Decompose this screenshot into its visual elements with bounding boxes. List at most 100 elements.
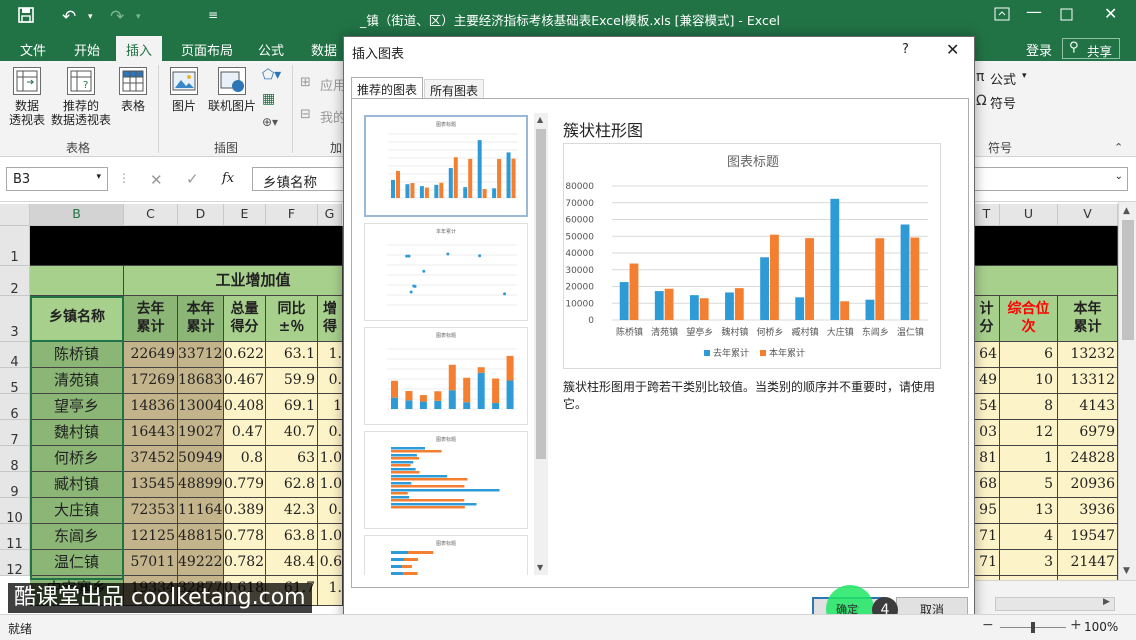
tab-formulas[interactable]: 公式 xyxy=(258,40,284,59)
t-cell[interactable]: 71 xyxy=(974,524,1000,550)
growth-cell[interactable]: 0. xyxy=(318,420,343,446)
online-picture-button[interactable]: 联机图片 xyxy=(204,67,260,113)
thumb-scroll-down-icon[interactable]: ▼ xyxy=(537,563,543,572)
header-last-year[interactable]: 去年 累计 xyxy=(124,296,178,342)
close-icon[interactable]: ✕ xyxy=(1104,4,1117,23)
equation-icon[interactable]: π xyxy=(976,69,984,85)
screenshot-icon[interactable]: ⊕▾ xyxy=(262,115,278,129)
t-cell[interactable]: 68 xyxy=(974,472,1000,498)
last-year-cell[interactable]: 57011 xyxy=(124,550,178,576)
score-cell[interactable]: 0.467 xyxy=(224,368,266,394)
growth-cell[interactable]: 1 xyxy=(318,394,343,420)
town-cell[interactable]: 望亭乡 xyxy=(30,394,124,420)
redo-icon[interactable]: ↷ xyxy=(110,7,124,27)
v-cell[interactable]: 3936 xyxy=(1058,498,1118,524)
score-cell[interactable]: 0.782 xyxy=(224,550,266,576)
this-year-cell[interactable]: 49222 xyxy=(178,550,224,576)
smartart-icon[interactable]: ▦ xyxy=(262,91,275,107)
yoy-cell[interactable]: 59.9 xyxy=(266,368,318,394)
thumb-clustered-column[interactable]: 图表标题 xyxy=(364,115,528,217)
score-cell[interactable]: 0.389 xyxy=(224,498,266,524)
thumb-clustered-bar[interactable]: 图表标题 xyxy=(364,431,528,529)
rank-cell[interactable]: 1 xyxy=(1000,446,1058,472)
growth-cell[interactable]: 1.0 xyxy=(318,472,343,498)
select-all-corner[interactable] xyxy=(0,204,30,226)
rank-cell[interactable]: 13 xyxy=(1000,498,1058,524)
column-header-V[interactable]: V xyxy=(1058,204,1118,226)
last-year-cell[interactable]: 72353 xyxy=(124,498,178,524)
town-cell[interactable]: 温仁镇 xyxy=(30,550,124,576)
expand-formula-icon[interactable]: ⌄ xyxy=(1115,171,1123,182)
dialog-close-icon[interactable]: ✕ xyxy=(946,40,959,59)
row-header-3[interactable]: 3 xyxy=(0,296,30,342)
tab-home[interactable]: 开始 xyxy=(74,40,100,59)
header-this-year[interactable]: 本年 累计 xyxy=(178,296,224,342)
column-header-T[interactable]: T xyxy=(974,204,1000,226)
growth-cell[interactable]: 0. xyxy=(318,498,343,524)
vertical-scrollbar[interactable]: ▲ ▼ xyxy=(1118,202,1136,580)
tab-data[interactable]: 数据 xyxy=(311,40,337,59)
header-town[interactable]: 乡镇名称 xyxy=(30,296,124,342)
last-year-cell[interactable]: 22649 xyxy=(124,342,178,368)
this-year-cell[interactable]: 33712 xyxy=(178,342,224,368)
share-button[interactable]: ⚲ 共享 xyxy=(1062,38,1120,59)
header-row2-right[interactable] xyxy=(974,266,1118,296)
growth-cell[interactable]: 0.6 xyxy=(318,550,343,576)
formula-button[interactable]: 公式 xyxy=(990,69,1016,88)
header-blank[interactable] xyxy=(30,266,124,296)
t-cell[interactable]: 95 xyxy=(974,498,1000,524)
town-cell[interactable]: 魏村镇 xyxy=(30,420,124,446)
v-cell[interactable]: 13232 xyxy=(1058,342,1118,368)
yoy-cell[interactable]: 42.3 xyxy=(266,498,318,524)
v-cell[interactable]: 20936 xyxy=(1058,472,1118,498)
horizontal-scrollbar[interactable] xyxy=(995,597,1115,611)
header-v3[interactable]: 本年 累计 xyxy=(1058,296,1118,342)
scroll-down-icon[interactable]: ▼ xyxy=(1123,566,1130,576)
last-year-cell[interactable]: 16443 xyxy=(124,420,178,446)
v-cell[interactable]: 6979 xyxy=(1058,420,1118,446)
this-year-cell[interactable]: 13004 xyxy=(178,394,224,420)
help-button[interactable]: ? xyxy=(902,42,909,57)
zoom-slider-thumb[interactable] xyxy=(1031,622,1035,633)
row-header-12[interactable]: 12 xyxy=(0,550,30,578)
thumb-stacked-bar[interactable]: 图表标题 xyxy=(364,535,528,575)
town-cell[interactable]: 臧村镇 xyxy=(30,472,124,498)
town-cell[interactable]: 清苑镇 xyxy=(30,368,124,394)
rank-cell[interactable]: 12 xyxy=(1000,420,1058,446)
score-cell[interactable]: 0.778 xyxy=(224,524,266,550)
insert-function-icon[interactable]: fx xyxy=(222,171,234,186)
row-header-5[interactable]: 5 xyxy=(0,368,30,396)
name-box-dropdown-icon[interactable]: ▾ xyxy=(96,172,101,182)
tab-recommended-charts[interactable]: 推荐的图表 xyxy=(351,77,423,99)
last-year-cell[interactable]: 12125 xyxy=(124,524,178,550)
yoy-cell[interactable]: 40.7 xyxy=(266,420,318,446)
rank-cell[interactable]: 3 xyxy=(1000,550,1058,576)
pivot-table-button[interactable]: 数据 透视表 xyxy=(6,67,48,127)
score-cell[interactable]: 0.47 xyxy=(224,420,266,446)
row-header-11[interactable]: 11 xyxy=(0,524,30,552)
this-year-cell[interactable]: 48899 xyxy=(178,472,224,498)
rank-cell[interactable]: 5 xyxy=(1000,472,1058,498)
login-link[interactable]: 登录 xyxy=(1026,40,1052,59)
tab-insert[interactable]: 插入 xyxy=(116,36,163,61)
row-header-8[interactable]: 8 xyxy=(0,446,30,474)
collapse-ribbon-icon[interactable]: ⌃ xyxy=(1114,141,1123,154)
tab-page-layout[interactable]: 页面布局 xyxy=(181,40,233,59)
minimize-icon[interactable]: — xyxy=(1026,2,1042,21)
row-header-9[interactable]: 9 xyxy=(0,472,30,500)
thumb-stacked-column[interactable]: 图表标题 xyxy=(364,327,528,425)
thumb-scroll-thumb[interactable] xyxy=(536,129,546,459)
header-t3[interactable]: 计 分 xyxy=(974,296,1000,342)
column-header-C[interactable]: C xyxy=(124,204,178,226)
formula-dropdown-icon[interactable]: ▾ xyxy=(1022,71,1027,81)
column-header-F[interactable]: F xyxy=(266,204,318,226)
scroll-right-icon[interactable]: ▶ xyxy=(1103,597,1110,607)
scroll-up-icon[interactable]: ▲ xyxy=(1123,206,1130,216)
this-year-cell[interactable]: 11164 xyxy=(178,498,224,524)
thumb-scroll-up-icon[interactable]: ▲ xyxy=(537,115,543,124)
zoom-in-icon[interactable]: + xyxy=(1070,617,1082,633)
this-year-cell[interactable]: 50949 xyxy=(178,446,224,472)
this-year-cell[interactable]: 19027 xyxy=(178,420,224,446)
last-year-cell[interactable]: 13545 xyxy=(124,472,178,498)
yoy-cell[interactable]: 63 xyxy=(266,446,318,472)
